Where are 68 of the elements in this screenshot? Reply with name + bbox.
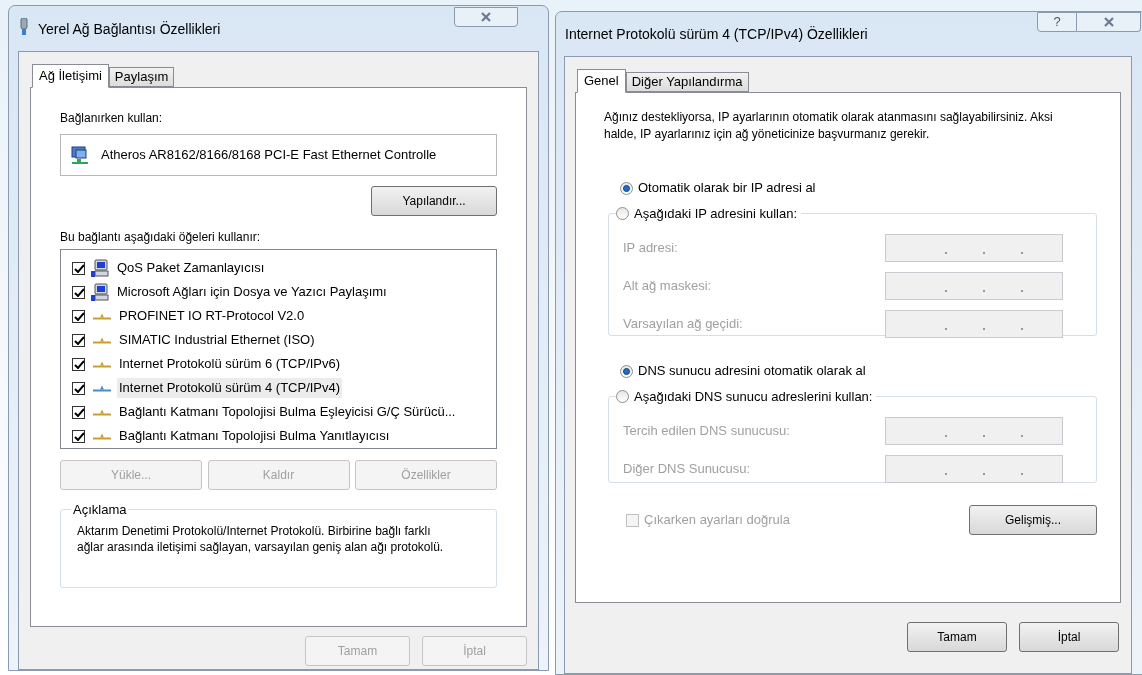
checkbox[interactable]: [72, 261, 85, 275]
list-item[interactable]: Bağlantı Katmanı Topolojisi Bulma Eşleyicisi G/Ç Sürücü...: [117, 402, 458, 422]
button[interactable]: Tamam: [907, 622, 1007, 652]
protocol-icon: [93, 360, 111, 368]
network-adapter-icon: [71, 146, 89, 164]
tab[interactable]: Diğer Yapılandırma: [625, 72, 749, 92]
protocol-icon: [93, 336, 111, 344]
label: Bu bağlantı aşağıdaki öğeleri kullanır:: [60, 229, 262, 244]
close-button[interactable]: [1077, 12, 1141, 32]
radio-label[interactable]: Otomatik olarak bir IP adresi al: [638, 178, 816, 198]
field-label: Varsayılan ağ geçidi:: [623, 314, 743, 333]
tab[interactable]: Ağ İletişimi: [32, 64, 109, 88]
radio-button[interactable]: [616, 207, 629, 221]
window-title: Internet Protokolü sürüm 4 (TCP/IPv4) Özellikleri: [565, 25, 868, 44]
list-item[interactable]: Microsoft Ağları için Dosya ve Yazıcı Paylaşımı: [115, 282, 389, 302]
checkbox[interactable]: [72, 429, 85, 443]
radio-label[interactable]: Aşağıdaki DNS sunucu adreslerini kullan:: [634, 387, 873, 407]
button[interactable]: Gelişmiş...: [969, 505, 1097, 535]
description-text: Aktarım Denetimi Protokolü/Internet Protokolü. Birbirine bağlı farklı ağlar arasında iletişimi sağlayan, varsayılan geniş alan ağı protokolü.: [77, 522, 445, 555]
protocol-icon: [93, 312, 111, 320]
radio-button[interactable]: [620, 181, 633, 195]
check-icon: [73, 335, 84, 345]
checkbox[interactable]: [72, 357, 85, 371]
network-plug-icon: [19, 18, 29, 36]
radio-button[interactable]: [616, 390, 629, 404]
tab[interactable]: Paylaşım: [108, 67, 175, 87]
radio-button[interactable]: [620, 364, 633, 378]
radio-label[interactable]: DNS sunucu adresini otomatik olarak al: [638, 361, 866, 381]
checkbox[interactable]: [72, 381, 85, 395]
protocol-icon: [93, 408, 111, 416]
button[interactable]: Yapılandır...: [371, 186, 497, 216]
field-label: Tercih edilen DNS sunucusu:: [623, 421, 790, 440]
check-icon: [73, 263, 84, 273]
list-item[interactable]: QoS Paket Zamanlayıcısı: [115, 258, 267, 278]
close-icon: [481, 12, 491, 22]
group-title: Açıklama: [72, 501, 128, 519]
checkbox[interactable]: [72, 333, 85, 347]
list-item[interactable]: Internet Protokolü sürüm 4 (TCP/IPv4): [117, 378, 343, 398]
check-icon: [73, 359, 84, 369]
field-label: Diğer DNS Sunucusu:: [623, 459, 751, 478]
list-item[interactable]: Bağlantı Katmanı Topolojisi Bulma Yanıtlayıcısı: [117, 426, 392, 446]
checkbox[interactable]: [72, 405, 85, 419]
adapter-name: Atheros AR8162/8166/8168 PCI-E Fast Ethernet Controlle: [101, 146, 437, 165]
close-button[interactable]: [454, 7, 518, 27]
checkbox[interactable]: [72, 309, 85, 323]
protocol-icon: [93, 432, 111, 440]
help-button[interactable]: ?: [1037, 12, 1077, 32]
protocol-icon: [93, 384, 111, 392]
field-label: IP adresi:: [623, 238, 678, 257]
computer-icon: [91, 259, 109, 277]
check-icon: [73, 383, 84, 393]
computer-icon: [91, 283, 109, 301]
tab[interactable]: Genel: [577, 69, 626, 93]
field-label: Alt ağ maskesi:: [623, 276, 712, 295]
intro-text: Ağınız destekliyorsa, IP ayarlarının otomatik olarak atanmasını sağlayabilirsiniz. Aksi halde, IP ayarlarınız için ağ yöneticinize başvurmanız gerekir.: [604, 109, 1054, 143]
list-item[interactable]: PROFINET IO RT-Protocol V2.0: [117, 306, 307, 326]
list-item[interactable]: Internet Protokolü sürüm 6 (TCP/IPv6): [117, 354, 343, 374]
button[interactable]: İptal: [1019, 622, 1119, 652]
radio-label[interactable]: Aşağıdaki IP adresini kullan:: [634, 204, 798, 224]
window-title: Yerel Ağ Bağlantısı Özellikleri: [38, 20, 221, 39]
checkbox[interactable]: [72, 285, 85, 299]
check-icon: [73, 407, 84, 417]
check-icon: [73, 287, 84, 297]
check-icon: [73, 311, 84, 321]
close-icon: [1103, 17, 1114, 27]
label: Bağlanırken kullan:: [60, 110, 164, 125]
list-item[interactable]: SIMATIC Industrial Ethernet (ISO): [117, 330, 317, 350]
check-icon: [73, 431, 84, 441]
